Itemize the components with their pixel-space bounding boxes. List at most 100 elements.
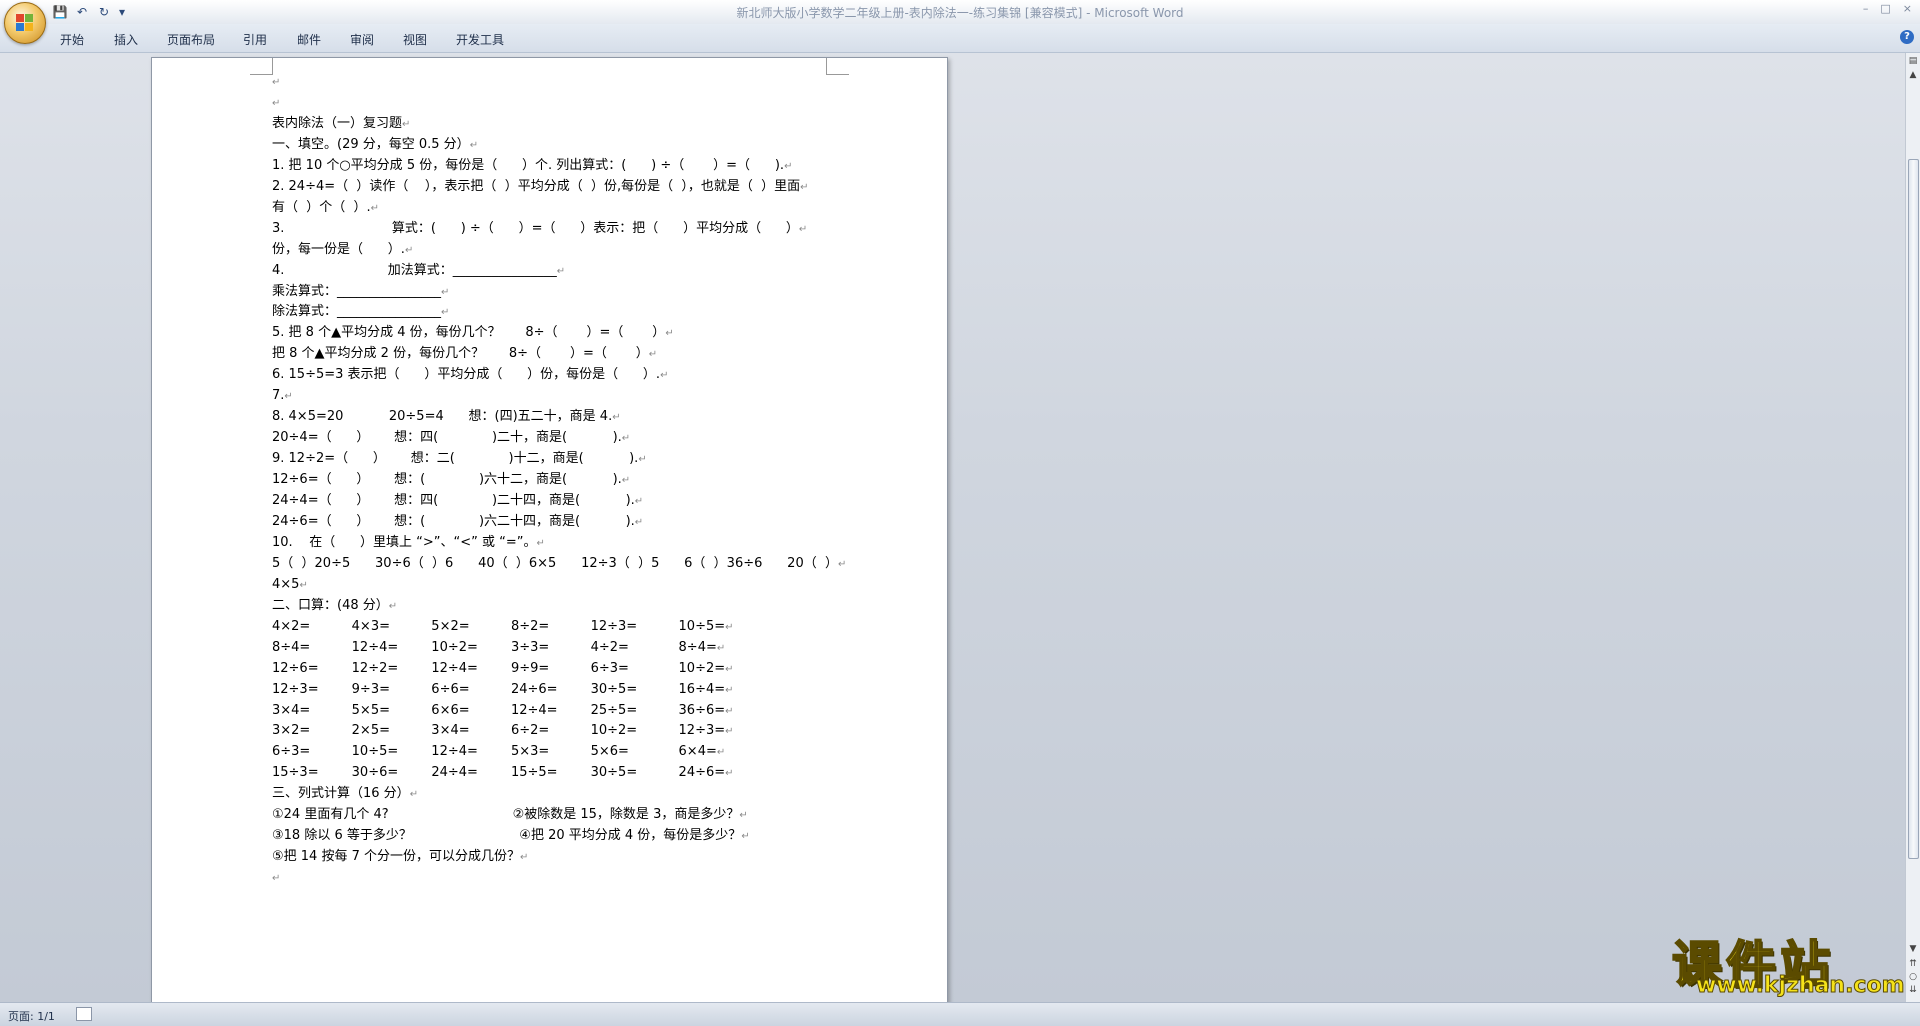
paragraph-mark: ↵ xyxy=(634,516,644,528)
document-line: 除法算式：________________↵ xyxy=(272,304,449,321)
paragraph-mark: ↵ xyxy=(556,265,566,277)
paragraph-mark: ↵ xyxy=(621,433,631,445)
tab-insert[interactable]: 插入 xyxy=(114,31,138,48)
paragraph-mark: ↵ xyxy=(800,181,809,193)
paragraph-mark: ↵ xyxy=(739,810,748,822)
paragraph-mark: ↵ xyxy=(370,202,380,214)
crop-mark xyxy=(250,58,273,75)
document-line: 20÷4=（ ） 想：四( )二十，商是( ).↵ xyxy=(272,430,630,447)
paragraph-mark: ↵ xyxy=(536,537,545,549)
line-text: 4×5 xyxy=(272,576,300,592)
paragraph-mark: ↵ xyxy=(441,286,450,298)
tab-references[interactable]: 引用 xyxy=(243,31,267,48)
document-line: 3×4= 5×5= 6×6= 12÷4= 25÷5= 36÷6=↵ xyxy=(272,703,734,720)
help-icon[interactable]: ? xyxy=(1900,30,1914,44)
line-text: 二、口算：(48 分） xyxy=(272,597,389,613)
ribbon-tab-bar: 开始 插入 页面布局 引用 邮件 审阅 视图 开发工具 ? xyxy=(0,24,1920,53)
document-line: 12÷3= 9÷3= 6÷6= 24÷6= 30÷5= 16÷4=↵ xyxy=(272,682,734,699)
browse-object-icon[interactable]: ○ xyxy=(1907,971,1919,983)
paragraph-mark: ↵ xyxy=(784,160,793,172)
paragraph-mark: ↵ xyxy=(725,726,734,738)
paragraph-mark: ↵ xyxy=(837,558,847,570)
paragraph-mark: ↵ xyxy=(284,391,293,403)
tab-page-layout[interactable]: 页面布局 xyxy=(167,31,215,48)
line-text: 3. 算式：( ) ÷（ ）=（ ）表示：把（ ）平均分成（ ） xyxy=(272,220,799,236)
line-text: 5. 把 8 个▲平均分成 4 份，每份几个？ 8÷（ ）=（ ） xyxy=(272,325,666,341)
document-line: ↵ xyxy=(272,74,280,91)
line-text: 15÷3= 30÷6= 24÷4= 15÷5= 30÷5= 24÷6= xyxy=(272,765,726,781)
document-line: 6. 15÷5=3 表示把（ ）平均分成（ ）份，每份是（ ）.↵ xyxy=(272,367,668,384)
tab-developer[interactable]: 开发工具 xyxy=(456,31,504,48)
scroll-down-icon[interactable]: ▼ xyxy=(1907,943,1919,955)
line-text: 8÷4= 12÷4= 10÷2= 3÷3= 4÷2= 8÷4= xyxy=(272,639,717,655)
paragraph-mark: ↵ xyxy=(404,244,414,256)
scroll-up-icon[interactable]: ▲ xyxy=(1907,69,1919,81)
line-text: 份，每一份是（ ）. xyxy=(272,241,405,257)
previous-page-icon[interactable]: ⇈ xyxy=(1907,958,1919,970)
line-text: 8. 4×5=20 20÷5=4 想：(四)五二十，商是 4. xyxy=(272,409,613,425)
document-line: ⑤把 14 按每 7 个分一份，可以分成几份？↵ xyxy=(272,849,528,866)
document-line: 三、列式计算（16 分）↵ xyxy=(272,786,418,803)
line-text: 3×2= 2×5= 3×4= 6÷2= 10÷2= 12÷3= xyxy=(272,723,726,739)
line-text: 一、填空。(29 分，每空 0.5 分） xyxy=(272,136,470,152)
line-text: ⑤把 14 按每 7 个分一份，可以分成几份？ xyxy=(272,849,520,865)
line-text: 乘法算式：________________ xyxy=(272,283,442,299)
document-line: ↵ xyxy=(272,870,280,887)
paragraph-mark: ↵ xyxy=(716,642,726,654)
document-line: 4. 加法算式：________________↵ xyxy=(272,263,565,280)
tab-mailings[interactable]: 邮件 xyxy=(297,31,321,48)
scroll-thumb[interactable] xyxy=(1908,159,1919,859)
window-controls: – □ × xyxy=(1863,2,1912,15)
title-bar: 💾 ↶ ↻ ▾ 新北师大版小学数学二年级上册-表内除法一-练习集锦 [兼容模式]… xyxy=(0,0,1920,24)
paragraph-mark: ↵ xyxy=(409,789,419,801)
document-line: ↵ xyxy=(272,95,280,112)
ruler-toggle-icon[interactable]: ▤ xyxy=(1907,55,1919,67)
paragraph-mark: ↵ xyxy=(638,454,647,466)
document-line: ③18 除以 6 等于多少？ ④把 20 平均分成 4 份，每份是多少？↵ xyxy=(272,828,750,845)
document-line: 4×2= 4×3= 5×2= 8÷2= 12÷3= 10÷5=↵ xyxy=(272,619,734,636)
document-line: 2. 24÷4=（ ）读作（ ），表示把（ ）平均分成（ ）份,每份是（ ），也… xyxy=(272,179,809,196)
line-text: 1. 把 10 个○平均分成 5 份，每份是（ ）个. 列出算式：( ) ÷（ … xyxy=(272,157,785,173)
line-text: 把 8 个▲平均分成 2 份，每份几个？ 8÷（ ）=（ ） xyxy=(272,346,649,362)
document-line: 4×5↵ xyxy=(272,577,308,594)
page-count-status[interactable]: 页面: 1/1 xyxy=(8,1008,55,1024)
document-line: 乘法算式：________________↵ xyxy=(272,284,449,301)
document-line: 有（ ）个（ ）.↵ xyxy=(272,200,379,217)
document-page[interactable]: ↵ ↵ 表内除法（一）复习题↵ 一、填空。(29 分，每空 0.5 分）↵ 1. 把 1… xyxy=(151,57,948,1002)
document-workspace: ↵ ↵ 表内除法（一）复习题↵ 一、填空。(29 分，每空 0.5 分）↵ 1. 把 1… xyxy=(0,53,1906,1002)
line-text: 9. 12÷2=（ ） 想：二( )十二，商是( ). xyxy=(272,451,639,467)
document-line: 9. 12÷2=（ ） 想：二( )十二，商是( ).↵ xyxy=(272,451,647,468)
document-line: 份，每一份是（ ）.↵ xyxy=(272,242,413,259)
document-line: 24÷6=（ ） 想：( )六二十四，商是( ).↵ xyxy=(272,514,643,531)
minimize-button[interactable]: – xyxy=(1863,2,1869,15)
document-line: 8÷4= 12÷4= 10÷2= 3÷3= 4÷2= 8÷4=↵ xyxy=(272,640,725,657)
paragraph-mark: ↵ xyxy=(665,328,674,340)
line-text: 有（ ）个（ ）. xyxy=(272,199,371,215)
document-line: 1. 把 10 个○平均分成 5 份，每份是（ ）个. 列出算式：( ) ÷（ … xyxy=(272,158,792,175)
tab-review[interactable]: 审阅 xyxy=(350,31,374,48)
document-line: 表内除法（一）复习题↵ xyxy=(272,116,410,133)
line-text: 4. 加法算式：________________ xyxy=(272,262,557,278)
document-line: 一、填空。(29 分，每空 0.5 分）↵ xyxy=(272,137,478,154)
document-line: 3. 算式：( ) ÷（ ）=（ ）表示：把（ ）平均分成（ ）↵ xyxy=(272,221,807,238)
paragraph-mark: ↵ xyxy=(741,831,750,843)
line-text: 12÷6= 12÷2= 12÷4= 9÷9= 6÷3= 10÷2= xyxy=(272,660,726,676)
paragraph-mark: ↵ xyxy=(469,139,479,151)
document-line: 12÷6= 12÷2= 12÷4= 9÷9= 6÷3= 10÷2=↵ xyxy=(272,661,734,678)
office-button[interactable] xyxy=(4,2,46,44)
line-text: 5（ ）20÷5 30÷6（ ）6 40（ ）6×5 12÷3（ ）5 6（ ）… xyxy=(272,555,838,571)
tab-home[interactable]: 开始 xyxy=(60,31,84,48)
line-text: 除法算式：________________ xyxy=(272,304,442,320)
line-text: 7. xyxy=(272,388,285,404)
vertical-scrollbar[interactable]: ▤ ▲ ▼ ⇈ ○ ⇊ xyxy=(1905,53,1920,1002)
document-line: 把 8 个▲平均分成 2 份，每份几个？ 8÷（ ）=（ ）↵ xyxy=(272,346,657,363)
maximize-button[interactable]: □ xyxy=(1880,2,1890,15)
paragraph-mark: ↵ xyxy=(520,852,529,864)
close-button[interactable]: × xyxy=(1903,2,1912,15)
document-line: 6÷3= 10÷5= 12÷4= 5×3= 5×6= 6×4=↵ xyxy=(272,744,725,761)
document-line: 7.↵ xyxy=(272,388,293,405)
tab-view[interactable]: 视图 xyxy=(403,31,427,48)
line-text: 24÷6=（ ） 想：( )六二十四，商是( ). xyxy=(272,513,635,529)
next-page-icon[interactable]: ⇊ xyxy=(1907,984,1919,996)
proofing-icon[interactable] xyxy=(76,1007,92,1021)
